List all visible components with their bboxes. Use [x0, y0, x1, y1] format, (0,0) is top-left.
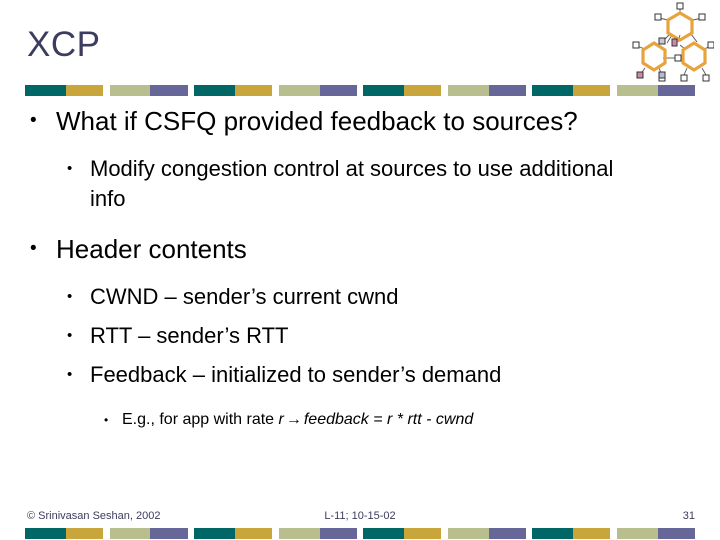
divider-segment-slate-purple	[150, 85, 188, 96]
formula-expression: feedback = r * rtt - cwnd	[303, 411, 474, 428]
footer: © Srinivasan Seshan, 2002 L-11; 10-15-02…	[0, 510, 720, 526]
divider-segment-sage	[278, 85, 320, 96]
bullet-item-l2: • CWND – sender’s current cwnd	[0, 282, 720, 312]
bullet-item-l2: • RTT – sender’s RTT	[0, 321, 720, 351]
divider-segment-teal	[363, 85, 405, 96]
right-arrow-icon: →	[285, 411, 302, 428]
bullet-marker: •	[67, 327, 73, 344]
bullet-text: RTT – sender’s RTT	[90, 323, 289, 348]
divider-segment-gold	[65, 528, 104, 539]
divider-bar-top	[25, 85, 695, 96]
divider-segment-teal	[532, 528, 574, 539]
divider-segment-slate-purple	[319, 528, 357, 539]
bullet-marker: •	[67, 288, 73, 305]
divider-segment-slate-purple	[488, 528, 526, 539]
divider-segment-gold	[573, 528, 611, 539]
divider-segment-teal	[25, 85, 66, 96]
divider-segment-slate-purple	[319, 85, 357, 96]
divider-segment-slate-purple	[150, 528, 188, 539]
divider-segment-gold	[573, 85, 611, 96]
bullet-text: Modify congestion control at sources to …	[90, 156, 614, 211]
divider-segment-slate-purple	[657, 85, 695, 96]
divider-segment-sage	[109, 85, 151, 96]
bullet-marker: •	[30, 110, 37, 131]
bullet-text: What if CSFQ provided feedback to source…	[56, 106, 578, 136]
formula-line: E.g., for app with rate r → feedback = r *…	[122, 408, 720, 432]
divider-segment-sage	[278, 528, 320, 539]
bullet-item-l3-formula: • E.g., for app with rate r → feedback = r…	[0, 408, 720, 432]
footer-lecture-id: L-11; 10-15-02	[324, 510, 396, 522]
formula-prefix: E.g., for app with rate	[122, 411, 279, 428]
divider-segment-teal	[532, 85, 574, 96]
divider-segment-slate-purple	[657, 528, 695, 539]
divider-segment-teal	[194, 528, 235, 539]
divider-segment-teal	[363, 528, 405, 539]
network-rings-graphic	[628, 2, 715, 82]
divider-segment-slate-purple	[488, 85, 526, 96]
bullet-marker: •	[30, 238, 37, 259]
divider-segment-sage	[447, 528, 489, 539]
divider-segment-gold	[234, 528, 273, 539]
bullet-item-l2: • Modify congestion control at sources t…	[0, 154, 720, 214]
divider-segment-gold	[404, 85, 442, 96]
divider-segment-gold	[65, 85, 104, 96]
divider-segment-sage	[109, 528, 151, 539]
footer-page-number: 31	[682, 510, 695, 522]
slide-body: • What if CSFQ provided feedback to sour…	[0, 104, 720, 432]
bullet-text: Header contents	[56, 234, 247, 264]
bullet-item-l1: • What if CSFQ provided feedback to sour…	[0, 104, 720, 138]
divider-segment-teal	[194, 85, 235, 96]
bullet-marker: •	[67, 160, 73, 177]
divider-segment-sage	[616, 528, 658, 539]
divider-segment-sage	[616, 85, 658, 96]
bullet-marker: •	[67, 366, 73, 383]
divider-segment-sage	[447, 85, 489, 96]
bullet-marker: •	[104, 413, 109, 427]
bullet-text: CWND – sender’s current cwnd	[90, 284, 399, 309]
divider-bar-bottom	[25, 528, 695, 539]
divider-segment-gold	[234, 85, 273, 96]
page-title: XCP	[27, 25, 101, 64]
divider-segment-teal	[25, 528, 66, 539]
divider-segment-gold	[404, 528, 442, 539]
bullet-text: Feedback – initialized to sender’s deman…	[90, 362, 502, 387]
bullet-item-l1: • Header contents	[0, 232, 720, 266]
bullet-item-l2: • Feedback – initialized to sender’s dem…	[0, 360, 720, 390]
